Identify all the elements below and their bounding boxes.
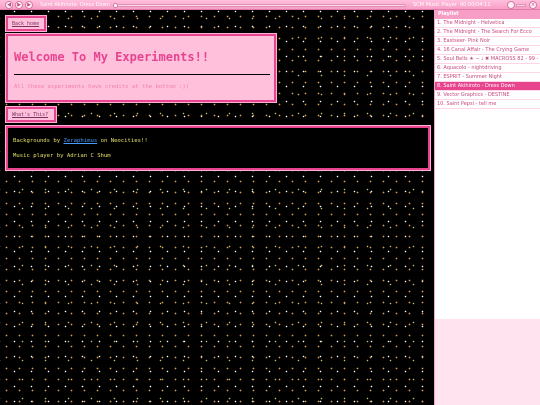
page-title: Welcome To My Experiments!! — [14, 50, 210, 64]
welcome-box: Welcome To My Experiments!! All these ex… — [6, 34, 276, 102]
next-icon[interactable]: ▶ — [25, 1, 33, 9]
play-icon[interactable]: ▶ — [15, 1, 23, 9]
playlist-item[interactable]: 10. Saint Pepsi - tell me — [435, 100, 540, 109]
page-subtitle: All these experiments have credits at th… — [14, 84, 190, 90]
playlist-item[interactable]: 2. The Midnight - The Search For Ecco — [435, 28, 540, 37]
playlist-item[interactable]: 8. Saint Akihiroto - Dress Down — [435, 82, 540, 91]
title-divider — [14, 74, 270, 75]
volume-slider[interactable] — [516, 4, 526, 7]
back-home-box: Back home — [6, 16, 46, 31]
playlist-header: Playlist — [435, 10, 540, 19]
playback-time: 00:00/04:11 — [460, 2, 491, 8]
music-player-bar: ◀ ▶ ▶ Saint Akihiroto - Dress Down SCM M… — [0, 0, 540, 10]
playlist-panel: Playlist 1. The Midnight - Helvetica 2. … — [434, 10, 540, 405]
playlist-item[interactable]: 9. Vector Graphics - DESTINE — [435, 91, 540, 100]
now-playing-title: Dress Down — [80, 2, 110, 8]
player-app-name: SCM Music Player — [413, 2, 457, 8]
zeraphimus-link[interactable]: Zeraphimus — [64, 138, 98, 144]
credits-box: Backgrounds by Zeraphimus on Neocities!!… — [6, 126, 430, 170]
music-player-credit: Music player by Adrian C Shum — [13, 153, 111, 159]
playlist-item[interactable]: 6. Aquacolo - nightdriving — [435, 64, 540, 73]
previous-icon[interactable]: ◀ — [5, 1, 13, 9]
credit-suffix: on Neocities!! — [100, 138, 148, 144]
playlist-item[interactable]: 4. 16 Canal Affair - The Crying Game — [435, 46, 540, 55]
playlist-list: 1. The Midnight - Helvetica 2. The Midni… — [435, 19, 540, 319]
playlist-item[interactable]: 1. The Midnight - Helvetica — [435, 19, 540, 28]
playlist-item[interactable]: 5. Soul Bells ★ ∽ ♩ ✖ MACROSS 82 - 99 - … — [435, 55, 540, 64]
playlist-item[interactable]: 3. Eastseer- Pink Noir — [435, 37, 540, 46]
now-playing-separator: - — [76, 2, 78, 8]
background-credit: Backgrounds by Zeraphimus on Neocities!! — [13, 137, 148, 145]
whats-this-box: What's This? — [6, 107, 56, 122]
progress-handle[interactable] — [113, 3, 119, 8]
credit-prefix: Backgrounds by — [13, 138, 61, 144]
now-playing-artist: Saint Akihiroto — [40, 2, 77, 8]
volume-icon[interactable] — [507, 1, 515, 9]
playlist-item[interactable]: 7. ESPRIT - Summer Night — [435, 73, 540, 82]
whats-this-link[interactable]: What's This? — [12, 112, 48, 118]
close-icon[interactable]: × — [529, 1, 537, 9]
progress-slider[interactable] — [113, 3, 406, 8]
back-home-link[interactable]: Back home — [12, 21, 39, 27]
